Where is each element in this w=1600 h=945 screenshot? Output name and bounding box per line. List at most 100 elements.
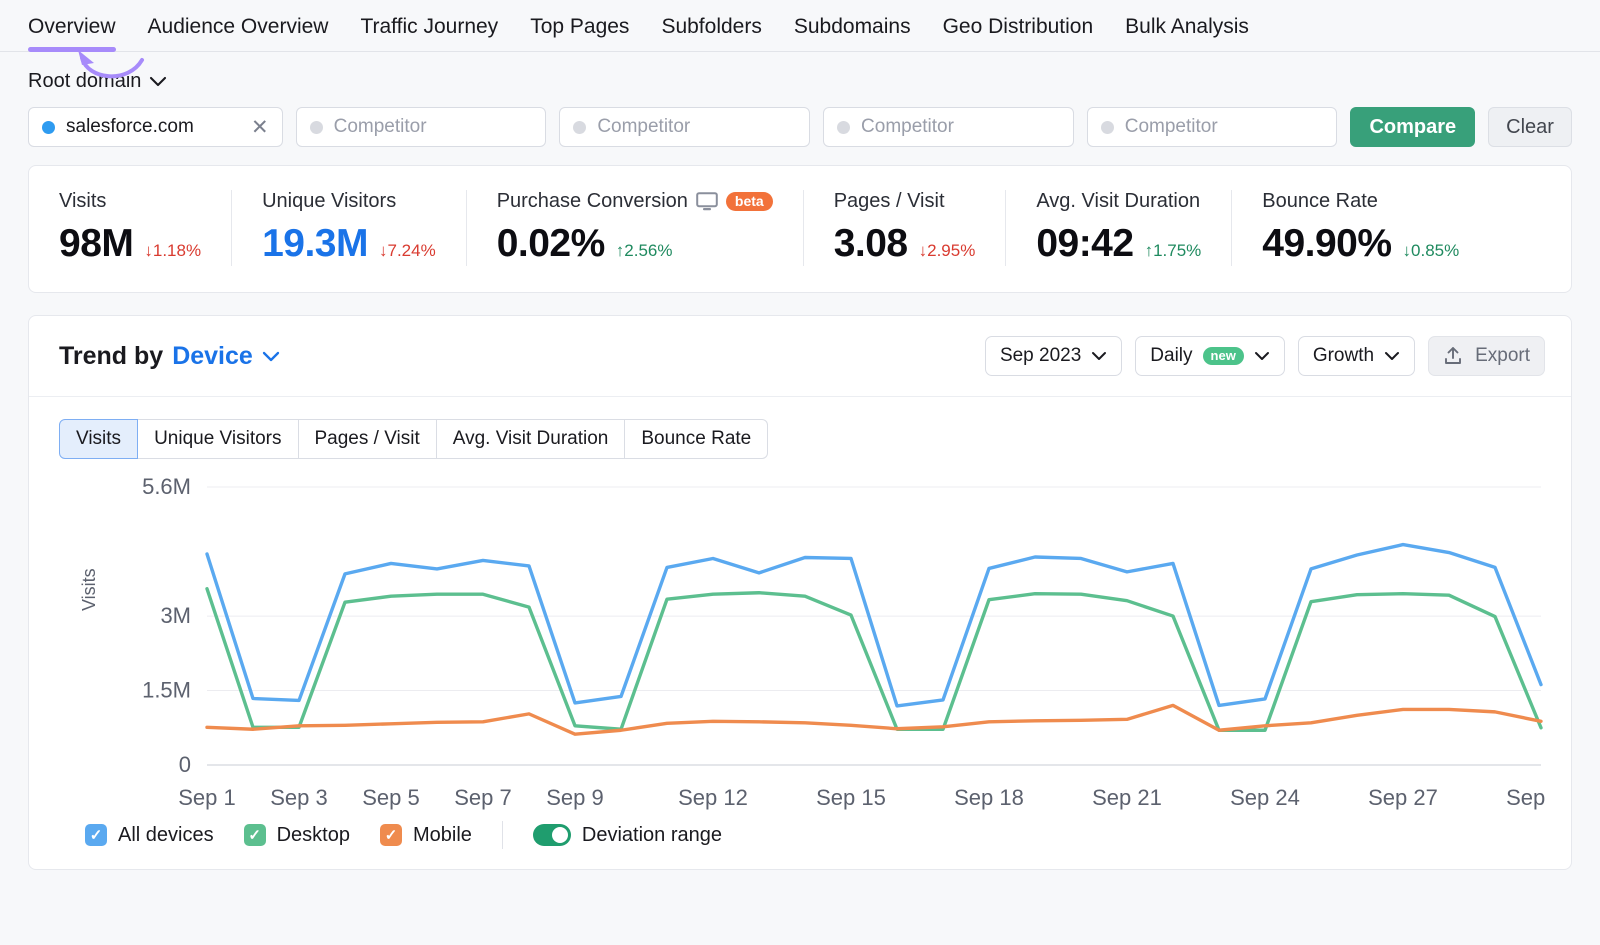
metric-delta: ↓7.24% — [379, 241, 436, 261]
metric-label: Unique Visitors — [262, 190, 436, 213]
metric-unique-visitors: Unique Visitors 19.3M ↓7.24% — [231, 190, 466, 266]
metric-tab-bounce-rate[interactable]: Bounce Rate — [625, 419, 768, 459]
metric-delta: ↓0.85% — [1403, 241, 1460, 261]
competitor-field-3[interactable]: Competitor — [823, 107, 1074, 147]
metric-delta: ↑1.75% — [1145, 241, 1202, 261]
legend-label: Desktop — [277, 824, 350, 847]
legend-desktop[interactable]: ✓ Desktop — [244, 824, 350, 847]
metric-bounce-rate: Bounce Rate 49.90% ↓0.85% — [1231, 190, 1489, 266]
compare-button[interactable]: Compare — [1350, 107, 1475, 147]
metric-purchase-conversion: Purchase Conversion beta 0.02% ↑2.56% — [466, 190, 803, 266]
metric-avg-visit-duration: Avg. Visit Duration 09:42 ↑1.75% — [1005, 190, 1231, 266]
primary-domain-field[interactable]: salesforce.com ✕ — [28, 107, 283, 147]
svg-text:1.5M: 1.5M — [142, 678, 191, 703]
desktop-monitor-icon — [696, 192, 718, 211]
competitor-field-2[interactable]: Competitor — [559, 107, 810, 147]
trend-chart: Visits 01.5M3M5.6MSep 1Sep 3Sep 5Sep 7Se… — [29, 459, 1571, 809]
domain-color-dot — [42, 121, 55, 134]
svg-text:Sep 24: Sep 24 — [1230, 785, 1300, 810]
metric-label: Avg. Visit Duration — [1036, 190, 1201, 213]
tab-audience-overview[interactable]: Audience Overview — [132, 16, 345, 51]
metric-visits: Visits 98M ↓1.18% — [29, 190, 231, 266]
granularity-label: Daily — [1150, 345, 1192, 367]
tab-geo-distribution[interactable]: Geo Distribution — [927, 16, 1110, 51]
metric-value: 98M — [59, 222, 133, 266]
chevron-down-icon — [149, 76, 167, 87]
tab-label: Overview — [28, 15, 116, 38]
checkbox-all-devices[interactable]: ✓ — [85, 824, 107, 846]
main-tab-bar: Overview Audience Overview Traffic Journ… — [0, 0, 1600, 52]
tab-subdomains[interactable]: Subdomains — [778, 16, 927, 51]
export-button[interactable]: Export — [1428, 336, 1545, 376]
legend-label: All devices — [118, 824, 214, 847]
mode-selector[interactable]: Growth — [1298, 336, 1415, 376]
trend-dimension-selector[interactable]: Device — [172, 342, 253, 371]
metric-delta: ↑2.56% — [616, 241, 673, 261]
tab-label: Subfolders — [661, 15, 761, 38]
svg-text:Sep 27: Sep 27 — [1368, 785, 1438, 810]
competitor-field-1[interactable]: Competitor — [296, 107, 547, 147]
trend-controls: Sep 2023 Daily new Growth Export — [985, 336, 1545, 376]
tab-traffic-journey[interactable]: Traffic Journey — [344, 16, 514, 51]
metric-label: Purchase Conversion beta — [497, 190, 773, 213]
legend-deviation-range[interactable]: Deviation range — [533, 824, 722, 847]
tab-label: Geo Distribution — [943, 15, 1094, 38]
tab-label: Bulk Analysis — [1125, 15, 1249, 38]
export-label: Export — [1475, 345, 1530, 367]
metric-tab-group: Visits Unique Visitors Pages / Visit Avg… — [29, 397, 1571, 459]
tab-label: Audience Overview — [148, 15, 329, 38]
competitor-placeholder: Competitor — [1125, 116, 1324, 138]
competitor-color-dot — [1101, 121, 1114, 134]
checkbox-desktop[interactable]: ✓ — [244, 824, 266, 846]
chevron-down-icon[interactable] — [262, 351, 280, 362]
metric-value: 19.3M — [262, 222, 368, 266]
period-label: Sep 2023 — [1000, 345, 1081, 367]
metric-value: 0.02% — [497, 222, 605, 266]
svg-text:Sep 5: Sep 5 — [362, 785, 420, 810]
competitor-row: salesforce.com ✕ Competitor Competitor C… — [0, 93, 1600, 147]
beta-badge: beta — [726, 192, 773, 211]
metric-tab-avg-visit-duration[interactable]: Avg. Visit Duration — [437, 419, 626, 459]
tab-subfolders[interactable]: Subfolders — [645, 16, 777, 51]
metric-value: 3.08 — [834, 222, 908, 266]
chart-legend: ✓ All devices ✓ Desktop ✓ Mobile Deviati… — [29, 809, 1571, 869]
svg-text:Sep 12: Sep 12 — [678, 785, 748, 810]
y-axis-title: Visits — [79, 568, 100, 611]
metrics-card: Visits 98M ↓1.18% Unique Visitors 19.3M … — [28, 165, 1572, 293]
tab-label: Traffic Journey — [360, 15, 498, 38]
visits-line-chart: 01.5M3M5.6MSep 1Sep 3Sep 5Sep 7Sep 9Sep … — [55, 475, 1545, 815]
svg-text:Sep 1: Sep 1 — [178, 785, 236, 810]
legend-all-devices[interactable]: ✓ All devices — [85, 824, 214, 847]
metric-tab-unique-visitors[interactable]: Unique Visitors — [138, 419, 298, 459]
metric-label: Visits — [59, 190, 201, 213]
primary-domain-value: salesforce.com — [66, 116, 236, 138]
tab-label: Subdomains — [794, 15, 911, 38]
svg-text:Sep 18: Sep 18 — [954, 785, 1024, 810]
mode-label: Growth — [1313, 345, 1374, 367]
metric-value: 09:42 — [1036, 222, 1133, 266]
trend-title-prefix: Trend by — [59, 342, 163, 371]
chevron-down-icon — [1254, 351, 1270, 361]
metric-tab-visits[interactable]: Visits — [59, 419, 138, 459]
svg-text:3M: 3M — [160, 603, 191, 628]
metric-tab-pages-per-visit[interactable]: Pages / Visit — [299, 419, 437, 459]
checkbox-mobile[interactable]: ✓ — [380, 824, 402, 846]
competitor-field-4[interactable]: Competitor — [1087, 107, 1338, 147]
metrics-list: Visits 98M ↓1.18% Unique Visitors 19.3M … — [29, 166, 1571, 292]
competitor-placeholder: Competitor — [334, 116, 533, 138]
svg-text:Sep 30: Sep 30 — [1506, 785, 1545, 810]
export-upload-icon — [1443, 346, 1463, 366]
legend-mobile[interactable]: ✓ Mobile — [380, 824, 472, 847]
tab-top-pages[interactable]: Top Pages — [514, 16, 645, 51]
clear-domain-icon[interactable]: ✕ — [247, 117, 269, 138]
granularity-selector[interactable]: Daily new — [1135, 336, 1285, 376]
chevron-down-icon — [1091, 351, 1107, 361]
tab-overview[interactable]: Overview — [28, 16, 132, 51]
deviation-range-toggle[interactable] — [533, 824, 571, 846]
period-selector[interactable]: Sep 2023 — [985, 336, 1122, 376]
tab-bulk-analysis[interactable]: Bulk Analysis — [1109, 16, 1265, 51]
legend-divider — [502, 821, 503, 849]
metric-delta: ↓1.18% — [144, 241, 201, 261]
root-domain-selector[interactable]: Root domain — [0, 52, 195, 93]
clear-button[interactable]: Clear — [1488, 107, 1572, 147]
